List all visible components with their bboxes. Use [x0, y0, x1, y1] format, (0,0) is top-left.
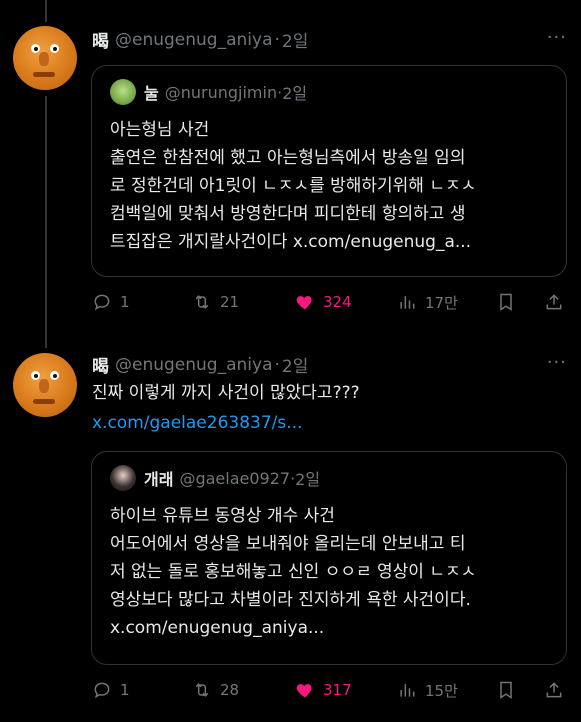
like-button[interactable]: 324: [295, 290, 352, 314]
retweet-button[interactable]: 21: [192, 290, 239, 314]
bookmark-button[interactable]: [496, 290, 524, 314]
quote-timestamp: 2일: [282, 84, 308, 103]
avatar[interactable]: [13, 26, 77, 90]
action-bar: 1 28 317 15만: [92, 678, 568, 702]
tweet-link[interactable]: x.com/gaelae263837/s...: [92, 410, 360, 436]
bookmark-icon: [500, 681, 512, 699]
views-icon: [400, 684, 415, 697]
views-button[interactable]: 15만: [397, 678, 458, 702]
quote-line: 출연은 한참전에 했고 아는형님측에서 방송일 임의: [110, 148, 466, 168]
bookmark-icon: [500, 293, 512, 311]
author-handle[interactable]: @enugenug_aniya: [115, 30, 273, 50]
author-handle[interactable]: @enugenug_aniya: [115, 355, 273, 375]
reply-button[interactable]: 1: [92, 678, 130, 702]
share-button[interactable]: [544, 678, 572, 702]
thread-line: [45, 96, 47, 348]
share-button[interactable]: [544, 290, 572, 314]
quote-line: 아는형님 사건: [110, 120, 210, 140]
author-name[interactable]: 暍: [92, 352, 109, 377]
quote-header: 개래 @gaelae0927 · 2일: [110, 465, 320, 491]
more-options-icon[interactable]: ···: [547, 352, 567, 373]
timestamp[interactable]: 2일: [282, 27, 308, 52]
quote-author-name: 눌: [144, 84, 159, 103]
quote-line: x.com/enugenug_aniya...: [110, 618, 325, 638]
retweet-count: 28: [220, 681, 240, 699]
like-count: 324: [323, 293, 352, 311]
retweet-icon: [195, 683, 209, 697]
quote-line: 영상보다 많다고 차별이라 진지하게 욕한 사건이다.: [110, 590, 471, 610]
heart-filled-icon: [296, 296, 312, 310]
retweet-count: 21: [220, 293, 240, 311]
share-icon: [546, 294, 562, 310]
quote-avatar: [110, 465, 136, 491]
views-icon: [400, 296, 415, 309]
share-icon: [546, 682, 562, 698]
quote-text: 하이브 유튜브 동영상 개수 사건 어도어에서 영상을 보내줘야 올리는데 안보…: [110, 502, 552, 642]
quote-line: 저 없는 돌로 홍보해놓고 신인 ㅇㅇㄹ 영상이 ㄴㅈㅅ: [110, 562, 477, 582]
separator-dot: ·: [274, 354, 280, 375]
quote-author-name: 개래: [144, 470, 174, 489]
reply-icon: [94, 294, 110, 311]
views-count: 17만: [425, 293, 458, 312]
reply-button[interactable]: 1: [92, 290, 130, 314]
avatar[interactable]: [13, 353, 77, 417]
views-count: 15만: [425, 681, 458, 700]
tweet-text: 진짜 이렇게 까지 사건이 많았다고??? x.com/gaelae263837…: [92, 380, 360, 436]
heart-filled-icon: [296, 684, 312, 698]
reply-icon: [94, 682, 110, 699]
retweet-icon: [195, 295, 209, 309]
quoted-tweet[interactable]: 눌 @nurungjimin · 2일 아는형님 사건 출연은 한참전에 했고 …: [91, 65, 567, 277]
reply-count: 1: [120, 293, 130, 311]
separator-dot: ·: [274, 29, 280, 50]
like-button[interactable]: 317: [295, 678, 352, 702]
thread-line: [45, 0, 47, 22]
tweet-header: 暍 @enugenug_aniya · 2일: [92, 27, 308, 53]
quote-header: 눌 @nurungjimin · 2일: [110, 79, 307, 105]
retweet-button[interactable]: 28: [192, 678, 239, 702]
quote-author-handle: @gaelae0927: [179, 468, 291, 488]
quote-line: 트집잡은 개지랄사건이다 x.com/enugenug_a...: [110, 232, 472, 252]
quote-line: 로 정한건데 아1릿이 ㄴㅈㅅ를 방해하기위해 ㄴㅈㅅ: [110, 176, 477, 196]
author-name[interactable]: 暍: [92, 27, 109, 52]
bookmark-button[interactable]: [496, 678, 524, 702]
timestamp[interactable]: 2일: [282, 352, 308, 377]
quote-line: 하이브 유튜브 동영상 개수 사건: [110, 506, 335, 526]
action-bar: 1 21 324 17만: [92, 290, 568, 314]
tweet-header: 暍 @enugenug_aniya · 2일: [92, 352, 308, 378]
quote-avatar: [110, 79, 136, 105]
reply-count: 1: [120, 681, 130, 699]
quote-timestamp: 2일: [295, 470, 321, 489]
like-count: 317: [323, 681, 352, 699]
more-options-icon[interactable]: ···: [547, 27, 567, 48]
tweet-text-line: 진짜 이렇게 까지 사건이 많았다고???: [92, 383, 360, 403]
quote-line: 어도어에서 영상을 보내줘야 올리는데 안보내고 티: [110, 534, 466, 554]
quoted-tweet[interactable]: 개래 @gaelae0927 · 2일 하이브 유튜브 동영상 개수 사건 어도…: [91, 451, 567, 665]
quote-text: 아는형님 사건 출연은 한참전에 했고 아는형님측에서 방송일 임의 로 정한건…: [110, 116, 552, 256]
quote-line: 컴백일에 맞춰서 방영한다며 피디한테 항의하고 생: [110, 204, 466, 224]
views-button[interactable]: 17만: [397, 290, 458, 314]
quote-author-handle: @nurungjimin: [164, 82, 278, 102]
